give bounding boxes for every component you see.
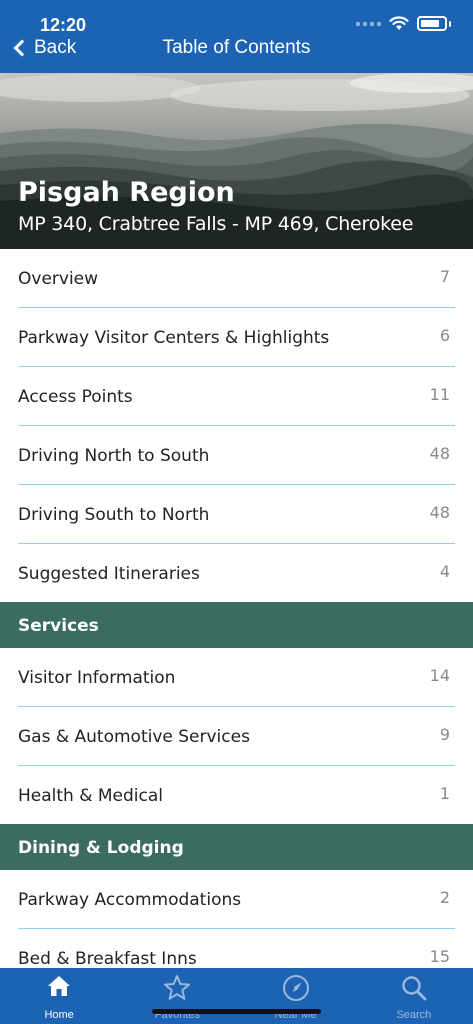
hero-banner: Pisgah Region MP 340, Crabtree Falls - M… bbox=[0, 73, 473, 249]
tab-near-me[interactable]: Near Me bbox=[237, 968, 355, 1024]
tab-home[interactable]: Home bbox=[0, 968, 118, 1024]
toc-item-itineraries[interactable]: Suggested Itineraries 4 bbox=[0, 544, 473, 602]
toc-item-south-to-north[interactable]: Driving South to North 48 bbox=[0, 485, 473, 544]
back-button[interactable]: Back bbox=[10, 37, 76, 59]
toc-item-count: 14 bbox=[429, 666, 450, 685]
status-time: 12:20 bbox=[40, 15, 87, 35]
star-icon bbox=[164, 975, 191, 1000]
toc-item-count: 7 bbox=[439, 267, 450, 286]
battery-icon bbox=[417, 16, 447, 31]
tab-search[interactable]: Search bbox=[355, 968, 473, 1024]
wifi-icon bbox=[389, 16, 409, 30]
compass-icon bbox=[282, 975, 309, 1001]
toc-item-label: Driving South to North bbox=[18, 505, 210, 525]
toc-item-label: Overview bbox=[18, 269, 99, 289]
toc-item-count: 2 bbox=[439, 888, 450, 907]
toc-list: Overview 7 Parkway Visitor Centers & Hig… bbox=[0, 249, 473, 988]
battery-tip bbox=[449, 20, 451, 27]
toc-item-visitor-centers[interactable]: Parkway Visitor Centers & Highlights 6 bbox=[0, 308, 473, 367]
chevron-left-icon bbox=[13, 39, 31, 57]
toc-item-gas-automotive[interactable]: Gas & Automotive Services 9 bbox=[0, 707, 473, 766]
toc-item-label: Gas & Automotive Services bbox=[18, 727, 250, 747]
tab-label: Home bbox=[44, 1009, 74, 1021]
toc-item-count: 11 bbox=[429, 385, 450, 404]
toc-item-label: Health & Medical bbox=[18, 786, 164, 806]
toc-item-overview[interactable]: Overview 7 bbox=[0, 249, 473, 308]
status-icons bbox=[356, 16, 451, 31]
search-icon bbox=[402, 976, 427, 1001]
tab-bar: Home Favorites Near Me Search bbox=[0, 968, 473, 1024]
home-indicator bbox=[152, 1009, 321, 1014]
toc-item-parkway-accommodations[interactable]: Parkway Accommodations 2 bbox=[0, 870, 473, 929]
toc-item-count: 9 bbox=[439, 725, 450, 744]
back-label: Back bbox=[34, 37, 77, 58]
home-icon bbox=[48, 976, 71, 996]
toc-item-count: 15 bbox=[429, 947, 450, 966]
section-header-dining-lodging: Dining & Lodging bbox=[0, 824, 473, 870]
toc-item-label: Suggested Itineraries bbox=[18, 564, 200, 584]
toc-item-label: Access Points bbox=[18, 387, 133, 407]
cellular-signal-icon bbox=[356, 21, 381, 26]
region-subtitle: MP 340, Crabtree Falls - MP 469, Cheroke… bbox=[18, 213, 414, 235]
toc-item-count: 6 bbox=[439, 326, 450, 345]
tab-label: Search bbox=[396, 1009, 432, 1021]
toc-item-label: Driving North to South bbox=[18, 446, 210, 466]
toc-item-label: Parkway Accommodations bbox=[18, 890, 242, 910]
toc-item-access-points[interactable]: Access Points 11 bbox=[0, 367, 473, 426]
toc-item-count: 4 bbox=[439, 562, 450, 581]
toc-item-count: 1 bbox=[439, 784, 450, 803]
toc-item-label: Visitor Information bbox=[18, 668, 176, 688]
top-bar: 12:20 Back Table of Contents bbox=[0, 0, 473, 73]
tab-favorites[interactable]: Favorites bbox=[118, 968, 236, 1024]
toc-item-visitor-information[interactable]: Visitor Information 14 bbox=[0, 648, 473, 707]
toc-item-label: Parkway Visitor Centers & Highlights bbox=[18, 328, 330, 348]
toc-item-health-medical[interactable]: Health & Medical 1 bbox=[0, 766, 473, 824]
section-header-services: Services bbox=[0, 602, 473, 648]
toc-item-north-to-south[interactable]: Driving North to South 48 bbox=[0, 426, 473, 485]
toc-item-count: 48 bbox=[429, 444, 450, 463]
toc-item-count: 48 bbox=[429, 503, 450, 522]
toc-item-label: Bed & Breakfast Inns bbox=[18, 949, 197, 969]
region-title: Pisgah Region bbox=[18, 177, 235, 208]
